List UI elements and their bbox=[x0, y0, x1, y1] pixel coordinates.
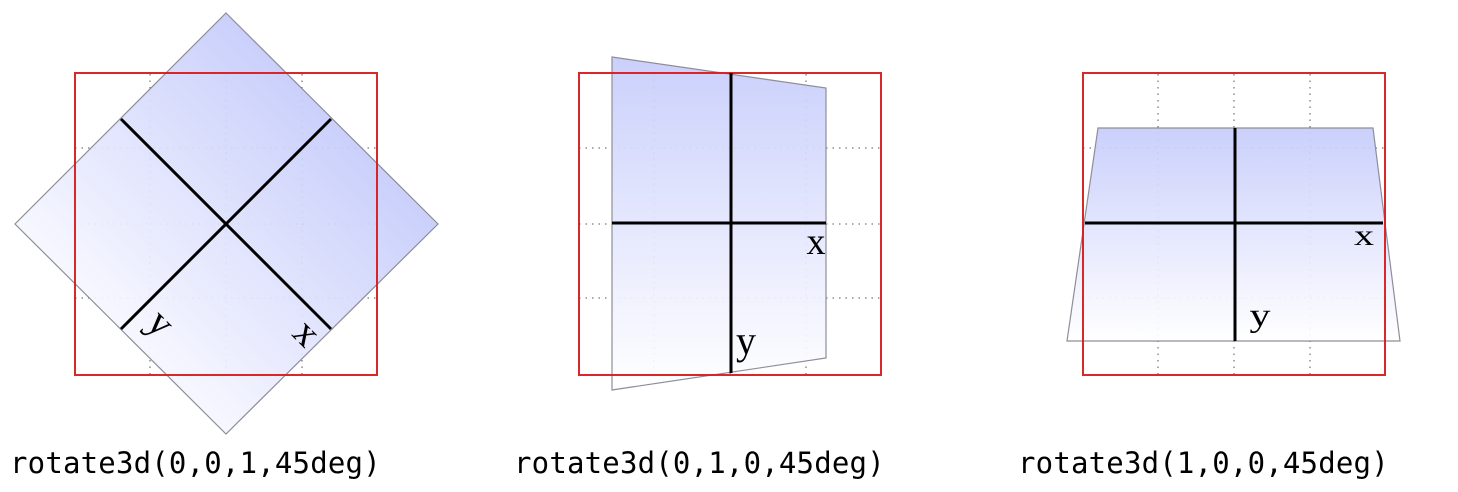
x-axis-label: x bbox=[1354, 218, 1374, 252]
diagram-rotate-z: x y rotate3d(0,0,1,45deg) bbox=[0, 0, 486, 492]
diagram-rotate-z-figure: x y bbox=[14, 12, 439, 435]
caption: rotate3d(1,0,0,45deg) bbox=[1018, 446, 1389, 480]
caption: rotate3d(0,1,0,45deg) bbox=[514, 446, 885, 480]
y-axis-label: y bbox=[736, 318, 756, 363]
y-axis-label: y bbox=[1250, 297, 1271, 334]
diagram-rotate-x: x y rotate3d(1,0,0,45deg) bbox=[1008, 0, 1458, 492]
caption: rotate3d(0,0,1,45deg) bbox=[10, 446, 381, 480]
x-axis-label: x bbox=[807, 221, 826, 263]
diagram-rotate-y-figure: x y bbox=[578, 56, 882, 391]
diagram-rotate-y: x y rotate3d(0,1,0,45deg) bbox=[504, 0, 990, 492]
diagram-rotate-x-figure: x y bbox=[1066, 72, 1401, 376]
